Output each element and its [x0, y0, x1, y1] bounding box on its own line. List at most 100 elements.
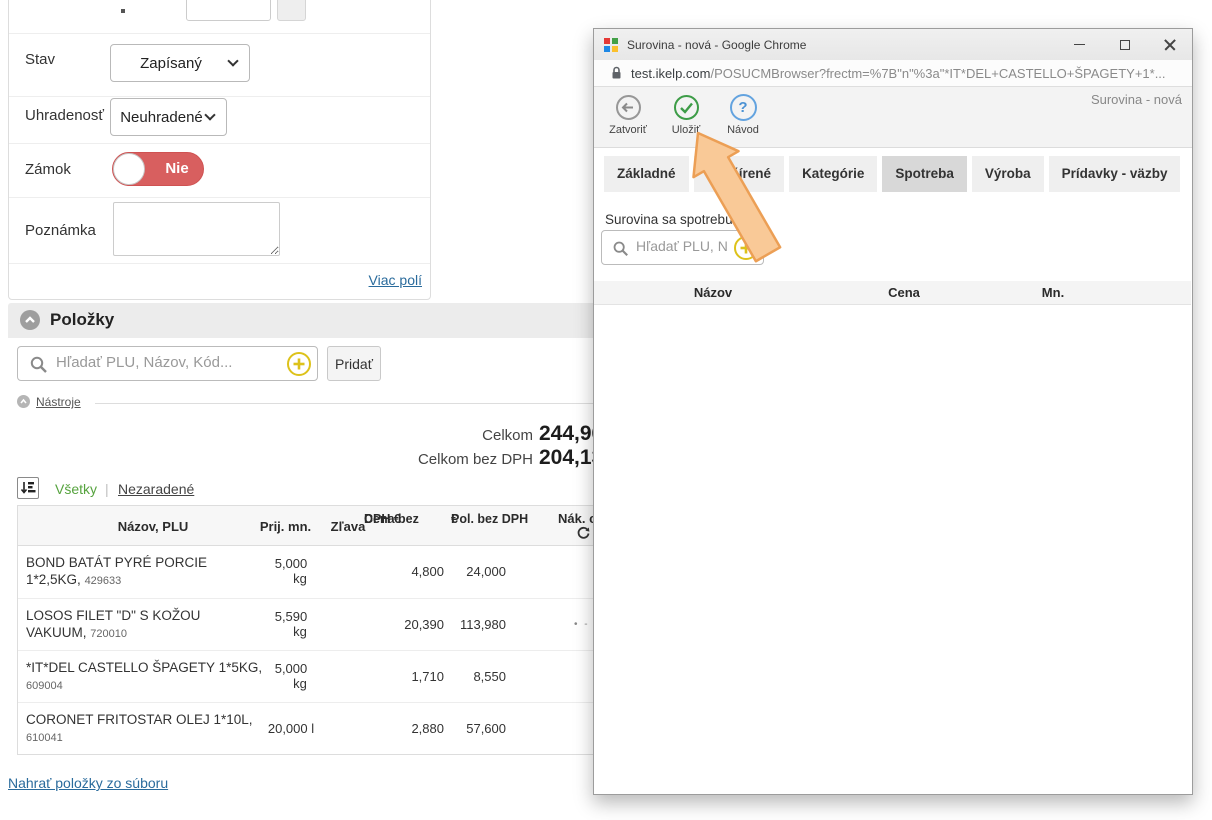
- item-total: 24,000: [438, 564, 506, 579]
- col-price: Cena: [844, 285, 964, 300]
- divider: [9, 197, 430, 198]
- url-bar[interactable]: test.ikelp.com/POSUCMBrowser?frectm=%7B"…: [594, 60, 1192, 87]
- add-plus-icon[interactable]: [287, 352, 311, 376]
- divider: [9, 263, 430, 264]
- stav-select-value: Zapísaný: [140, 55, 202, 72]
- col-name: Názov, PLU: [38, 519, 268, 534]
- poznamka-textarea[interactable]: [113, 202, 280, 256]
- tab-spotreba[interactable]: Spotreba: [882, 156, 967, 192]
- popup-window: Surovina - nová - Google Chrome test.ike…: [593, 28, 1193, 795]
- url-path: /POSUCMBrowser?frectm=%7B"n"%3a"*IT*DEL+…: [710, 66, 1165, 81]
- item-total: 57,600: [438, 721, 506, 736]
- item-total: 8,550: [438, 669, 506, 684]
- total-label: Celkom: [380, 427, 533, 444]
- item-qty: 5,590kg: [258, 609, 324, 639]
- divider: [9, 96, 430, 97]
- popup-titlebar[interactable]: Surovina - nová - Google Chrome: [594, 29, 1192, 60]
- tab-vyroba[interactable]: Výroba: [972, 156, 1044, 192]
- maximize-button[interactable]: [1102, 29, 1147, 60]
- zamok-label: Zámok: [25, 161, 71, 178]
- zamok-toggle[interactable]: Nie: [112, 152, 204, 186]
- tab-kategorie[interactable]: Kategórie: [789, 156, 877, 192]
- item-name: CORONET FRITOSTAR OLEJ 1*10L, 610041: [26, 711, 264, 747]
- partial-input[interactable]: [186, 0, 271, 21]
- col-name: Názov: [633, 285, 793, 300]
- help-button[interactable]: ? Návod: [715, 94, 771, 136]
- close-button[interactable]: Zatvoriť: [600, 94, 656, 136]
- items-section-title: Položky: [50, 310, 114, 330]
- partial-label-dot: [121, 9, 125, 13]
- partial-button[interactable]: [277, 0, 306, 21]
- maximize-icon: [1120, 40, 1130, 50]
- help-icon: ?: [730, 94, 757, 121]
- tab-pridavky-vazby[interactable]: Prídavky - väzby: [1049, 156, 1181, 192]
- close-button-label: Zatvoriť: [600, 124, 656, 136]
- consumption-heading: Surovina sa spotrebúva v: [605, 212, 757, 227]
- item-name: *IT*DEL CASTELLO ŠPAGETY 1*5KG, 609004: [26, 659, 264, 695]
- item-price: 20,390: [358, 617, 444, 632]
- items-search-input[interactable]: [56, 354, 286, 371]
- sort-button[interactable]: [17, 477, 39, 499]
- tab-rozsirene[interactable]: Rozšírené: [694, 156, 785, 192]
- minimize-icon: [1074, 44, 1085, 45]
- site-favicon-icon: [604, 38, 618, 52]
- refresh-icon[interactable]: [576, 526, 591, 541]
- item-total: 113,980: [438, 617, 506, 632]
- collapse-section-icon[interactable]: [20, 310, 40, 330]
- app-stage: Stav Zapísaný Uhradenosť Neuhradené Zámo…: [0, 0, 1212, 820]
- search-icon: [612, 240, 629, 257]
- total-novat-label: Celkom bez DPH: [340, 451, 533, 468]
- col-qty: Prij. mn.: [243, 519, 328, 534]
- back-arrow-icon: [615, 94, 642, 121]
- toggle-state-label: Nie: [151, 160, 203, 177]
- upload-items-link[interactable]: Nahrať položky zo súboru: [8, 775, 168, 791]
- popup-search-input[interactable]: [636, 238, 730, 254]
- uhradenost-label: Uhradenosť: [25, 107, 104, 124]
- minimize-button[interactable]: [1057, 29, 1102, 60]
- item-price: 1,710: [358, 669, 444, 684]
- chevron-down-icon: [227, 55, 238, 66]
- popup-tabs: Základné Rozšírené Kategórie Spotreba Vý…: [604, 156, 1180, 192]
- item-qty: 20,000 l: [258, 721, 324, 736]
- poznamka-label: Poznámka: [25, 222, 96, 239]
- tools-link[interactable]: Nástroje: [36, 395, 81, 409]
- close-window-button[interactable]: [1147, 29, 1192, 60]
- save-button-label: Uložiť: [658, 124, 714, 136]
- page-label: Surovina - nová: [1091, 92, 1182, 107]
- items-search-box: [17, 346, 318, 381]
- divider: [9, 143, 430, 144]
- filter-unassigned[interactable]: Nezaradené: [118, 481, 194, 497]
- filter-separator: |: [105, 481, 109, 497]
- add-plus-icon[interactable]: [734, 236, 758, 260]
- sort-icon: [18, 478, 38, 498]
- uhradenost-select[interactable]: Neuhradené: [110, 98, 227, 136]
- more-fields-link[interactable]: Viac polí: [369, 272, 422, 288]
- popup-search-box: [601, 230, 764, 265]
- document-form-card: Stav Zapísaný Uhradenosť Neuhradené Zámo…: [8, 0, 431, 300]
- item-name: LOSOS FILET "D" S KOŽOU VAKUUM, 720010: [26, 607, 264, 643]
- divider: [9, 33, 430, 34]
- filter-all[interactable]: Všetky: [55, 481, 97, 497]
- toggle-knob: [113, 153, 145, 185]
- item-qty: 5,000kg: [258, 556, 324, 586]
- uhradenost-select-value: Neuhradené: [120, 109, 203, 126]
- help-button-label: Návod: [715, 124, 771, 136]
- save-button[interactable]: Uložiť: [658, 94, 714, 136]
- url-domain: test.ikelp.com: [631, 66, 710, 81]
- stav-select[interactable]: Zapísaný: [110, 44, 250, 82]
- popup-toolbar: Surovina - nová Zatvoriť: [594, 87, 1192, 148]
- col-qty: Mn.: [1003, 285, 1103, 300]
- window-title: Surovina - nová - Google Chrome: [627, 38, 1057, 52]
- search-icon: [29, 355, 48, 374]
- item-price: 4,800: [358, 564, 444, 579]
- chevron-down-icon: [204, 109, 215, 120]
- item-price: 2,880: [358, 721, 444, 736]
- collapse-tools-icon[interactable]: [17, 395, 30, 408]
- save-check-icon: [673, 94, 700, 121]
- add-item-button[interactable]: Pridať: [327, 346, 381, 381]
- item-qty: 5,000kg: [258, 661, 324, 691]
- close-icon: [1164, 39, 1176, 51]
- tab-zakladne[interactable]: Základné: [604, 156, 689, 192]
- item-name: BOND BATÁT PYRÉ PORCIE 1*2,5KG, 429633: [26, 554, 264, 590]
- popup-table-header: Názov Cena Mn.: [594, 281, 1191, 305]
